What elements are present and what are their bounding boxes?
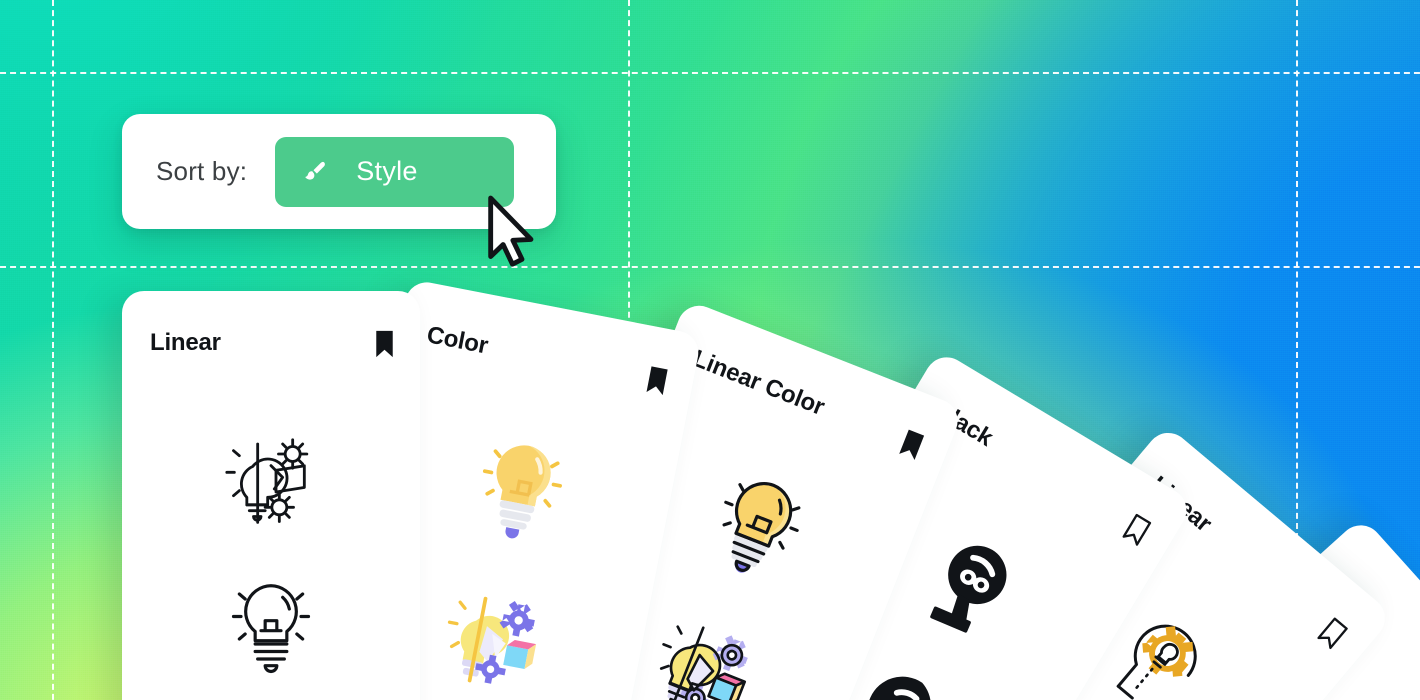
canvas-stage: LinearColorLinear ColorBlackLinear Sort … xyxy=(0,0,1420,700)
bookmark-outline-icon[interactable] xyxy=(1314,614,1351,652)
style-card-header: Linear xyxy=(150,329,396,359)
style-card-title: Color xyxy=(424,321,491,360)
bookmark-filled-icon[interactable] xyxy=(373,329,396,359)
style-card-icon-slot xyxy=(122,409,420,539)
bulb-black-glyph-icon xyxy=(897,507,1048,658)
sort-bar: Sort by: Style xyxy=(122,114,556,229)
bulb-color-icon xyxy=(456,422,585,551)
bulb-gears-box-linear-color-icon xyxy=(642,612,761,700)
bulb-linear-color-icon xyxy=(702,469,811,588)
bulb-gears-box-linear-icon xyxy=(225,438,309,524)
brush-icon xyxy=(305,161,326,180)
bookmark-filled-icon[interactable] xyxy=(643,364,671,398)
bulb-linear-icon xyxy=(231,584,311,674)
sort-by-label: Sort by: xyxy=(156,156,248,186)
style-card-title: Linear Color xyxy=(689,344,829,421)
style-card-header: Color xyxy=(424,321,671,397)
sort-by-style-value: Style xyxy=(356,156,418,186)
style-card-title: Linear xyxy=(150,329,221,356)
bulb-gears-box-color-icon xyxy=(437,587,546,694)
bookmark-outline-icon[interactable] xyxy=(1119,511,1154,549)
bookmark-filled-icon[interactable] xyxy=(895,427,927,463)
sort-by-style-button[interactable]: Style xyxy=(275,136,515,207)
style-card[interactable]: Linear xyxy=(122,291,420,700)
style-card-icon-slot xyxy=(122,559,420,689)
